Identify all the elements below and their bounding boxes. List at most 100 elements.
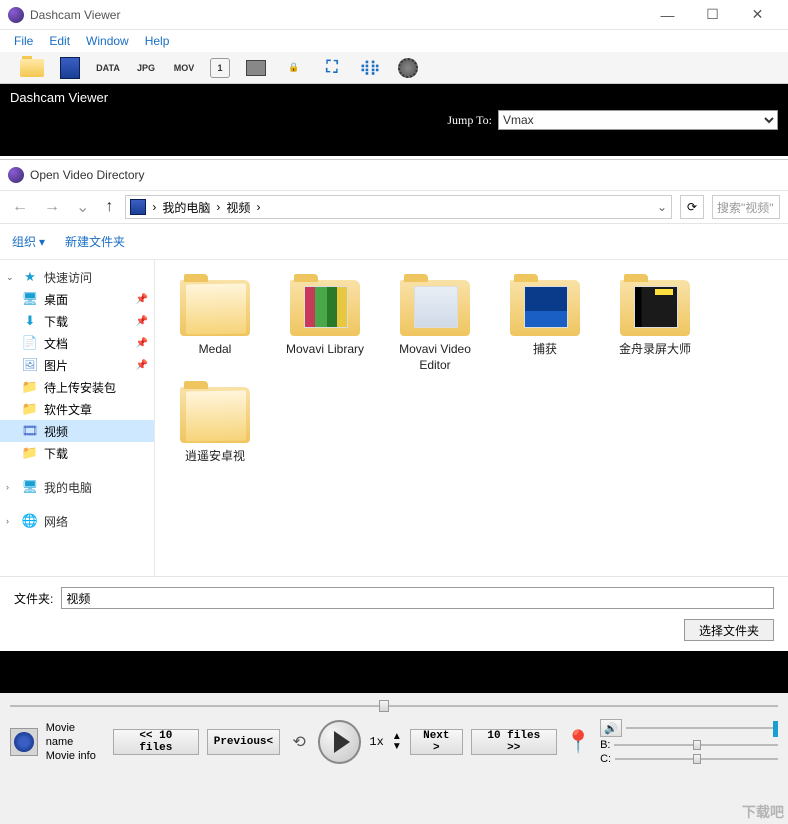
sidebar-item-pictures[interactable]: 🖼图片📌 [0,354,154,376]
right-sliders: 🔊 B: C: [600,719,778,765]
window-title: Dashcam Viewer [30,8,120,22]
previous-button[interactable]: Previous< [207,729,280,755]
player-panel: Movie name Movie info << 10 files Previo… [0,693,788,824]
volume-icon[interactable]: 🔊 [600,719,622,737]
movie-file-icon [10,728,38,756]
address-dropdown-icon[interactable]: ⌄ [657,200,667,214]
app-icon [8,7,24,23]
sidebar-item-dl2[interactable]: 📁下载 [0,442,154,464]
film-button[interactable] [58,56,82,80]
settings-button[interactable] [396,56,420,80]
refresh-button[interactable]: ⟳ [680,195,704,219]
c-label: C: [600,753,611,765]
dialog-toolbar: 组织 ▾ 新建文件夹 [0,224,788,260]
sidebar-item-downloads[interactable]: ⬇下载📌 [0,310,154,332]
b-label: B: [600,739,610,751]
folder-item[interactable]: 金舟录屏大师 [605,280,705,373]
open-folder-button[interactable] [20,56,44,80]
menubar: File Edit Window Help [0,30,788,52]
breadcrumb-sub[interactable]: 视频 [226,199,250,216]
jump-to-select[interactable]: Vmax [498,110,778,130]
new-folder-button[interactable]: 新建文件夹 [65,233,125,250]
lock-icon[interactable]: 🔒 [282,56,306,80]
nav-up-icon[interactable]: ↑ [101,198,117,216]
folder-item[interactable]: Movavi Library [275,280,375,373]
minimize-button[interactable]: — [645,0,690,30]
back-10-files-button[interactable]: << 10 files [113,729,199,755]
menu-window[interactable]: Window [78,32,137,50]
file-grid: Medal Movavi Library Movavi Video Editor… [155,260,788,576]
fullscreen-icon[interactable]: ⛶ [320,56,344,80]
search-input[interactable]: 搜索"视频" [712,195,780,219]
location-marker-icon[interactable]: 📍 [565,729,592,755]
breadcrumb-sep: › [256,200,260,214]
folder-item[interactable]: Movavi Video Editor [385,280,485,373]
menu-file[interactable]: File [6,32,41,50]
volume-slider[interactable] [626,723,778,733]
folder-item[interactable]: 捕获 [495,280,595,373]
jump-to-label: Jump To: [447,113,492,128]
sidebar-item-soft[interactable]: 📁软件文章 [0,398,154,420]
dialog-body: ⌄★快速访问 🖥桌面📌 ⬇下载📌 📄文档📌 🖼图片📌 📁待上传安装包 📁软件文章… [0,260,788,576]
pin-icon: 📌 [136,316,148,327]
pin-icon: 📌 [136,294,148,305]
sidebar-network[interactable]: ›🌐网络 [0,510,154,532]
video-banner: Dashcam Viewer Jump To: Vmax [0,84,788,156]
seek-slider[interactable] [10,699,778,713]
window-controls: — ☐ ✕ [645,0,780,30]
pin-icon: 📌 [136,360,148,371]
folder-item[interactable]: Medal [165,280,265,373]
sidebar-my-pc[interactable]: ›🖥我的电脑 [0,476,154,498]
sidebar-item-desktop[interactable]: 🖥桌面📌 [0,288,154,310]
organize-button[interactable]: 组织 ▾ [12,233,45,250]
movie-info-text: Movie name Movie info [46,721,105,764]
sidebar-item-video[interactable]: 🎞视频 [0,420,154,442]
audio-icon[interactable]: ⢾⡷ [358,56,382,80]
folder-label: 文件夹: [14,590,53,607]
jpg-button[interactable]: JPG [134,56,158,80]
brightness-slider[interactable] [614,740,778,750]
select-folder-button[interactable]: 选择文件夹 [684,619,774,641]
speed-stepper[interactable]: ▲▼ [392,732,402,752]
play-icon [334,731,350,753]
data-button[interactable]: DATA [96,56,120,80]
pin-icon: 📌 [136,338,148,349]
sidebar-item-documents[interactable]: 📄文档📌 [0,332,154,354]
breadcrumb-root[interactable]: 我的电脑 [162,199,210,216]
sidebar-item-pending[interactable]: 📁待上传安装包 [0,376,154,398]
folder-input[interactable] [61,587,774,609]
dialog-nav: ← → ⌄ ↑ › 我的电脑 › 视频 › ⌄ ⟳ 搜索"视频" [0,190,788,224]
chevron-down-icon: ▾ [39,235,45,249]
address-icon [130,199,146,215]
one-button[interactable]: 1 [210,58,230,78]
banner-app-name: Dashcam Viewer [10,90,108,105]
folder-item[interactable]: 逍遥安卓视 [165,387,265,465]
video-area-strip [0,651,788,693]
contrast-slider[interactable] [615,754,778,764]
dialog-app-icon [8,167,24,183]
address-bar[interactable]: › 我的电脑 › 视频 › ⌄ [125,195,672,219]
breadcrumb-sep: › [216,200,220,214]
next-button[interactable]: Next > [410,729,463,755]
menu-edit[interactable]: Edit [41,32,78,50]
menu-help[interactable]: Help [137,32,178,50]
dialog-bottom: 文件夹: 选择文件夹 [0,576,788,651]
close-button[interactable]: ✕ [735,0,780,30]
toolbar: DATA JPG MOV 1 🔒 ⛶ ⢾⡷ [0,52,788,84]
mov-button[interactable]: MOV [172,56,196,80]
titlebar: Dashcam Viewer — ☐ ✕ [0,0,788,30]
nav-recent-icon[interactable]: ⌄ [72,197,93,217]
nav-back-icon[interactable]: ← [8,198,32,216]
screen-button[interactable] [244,56,268,80]
sidebar: ⌄★快速访问 🖥桌面📌 ⬇下载📌 📄文档📌 🖼图片📌 📁待上传安装包 📁软件文章… [0,260,155,576]
maximize-button[interactable]: ☐ [690,0,735,30]
speed-label: 1x [369,735,383,749]
play-button[interactable] [318,720,362,764]
open-directory-dialog: Open Video Directory ← → ⌄ ↑ › 我的电脑 › 视频… [0,159,788,651]
loop-icon[interactable]: ⟲ [288,729,310,755]
dialog-titlebar: Open Video Directory [0,160,788,190]
sidebar-quick-access[interactable]: ⌄★快速访问 [0,266,154,288]
forward-10-files-button[interactable]: 10 files >> [471,729,557,755]
nav-forward-icon[interactable]: → [40,198,64,216]
dialog-title: Open Video Directory [30,168,145,182]
